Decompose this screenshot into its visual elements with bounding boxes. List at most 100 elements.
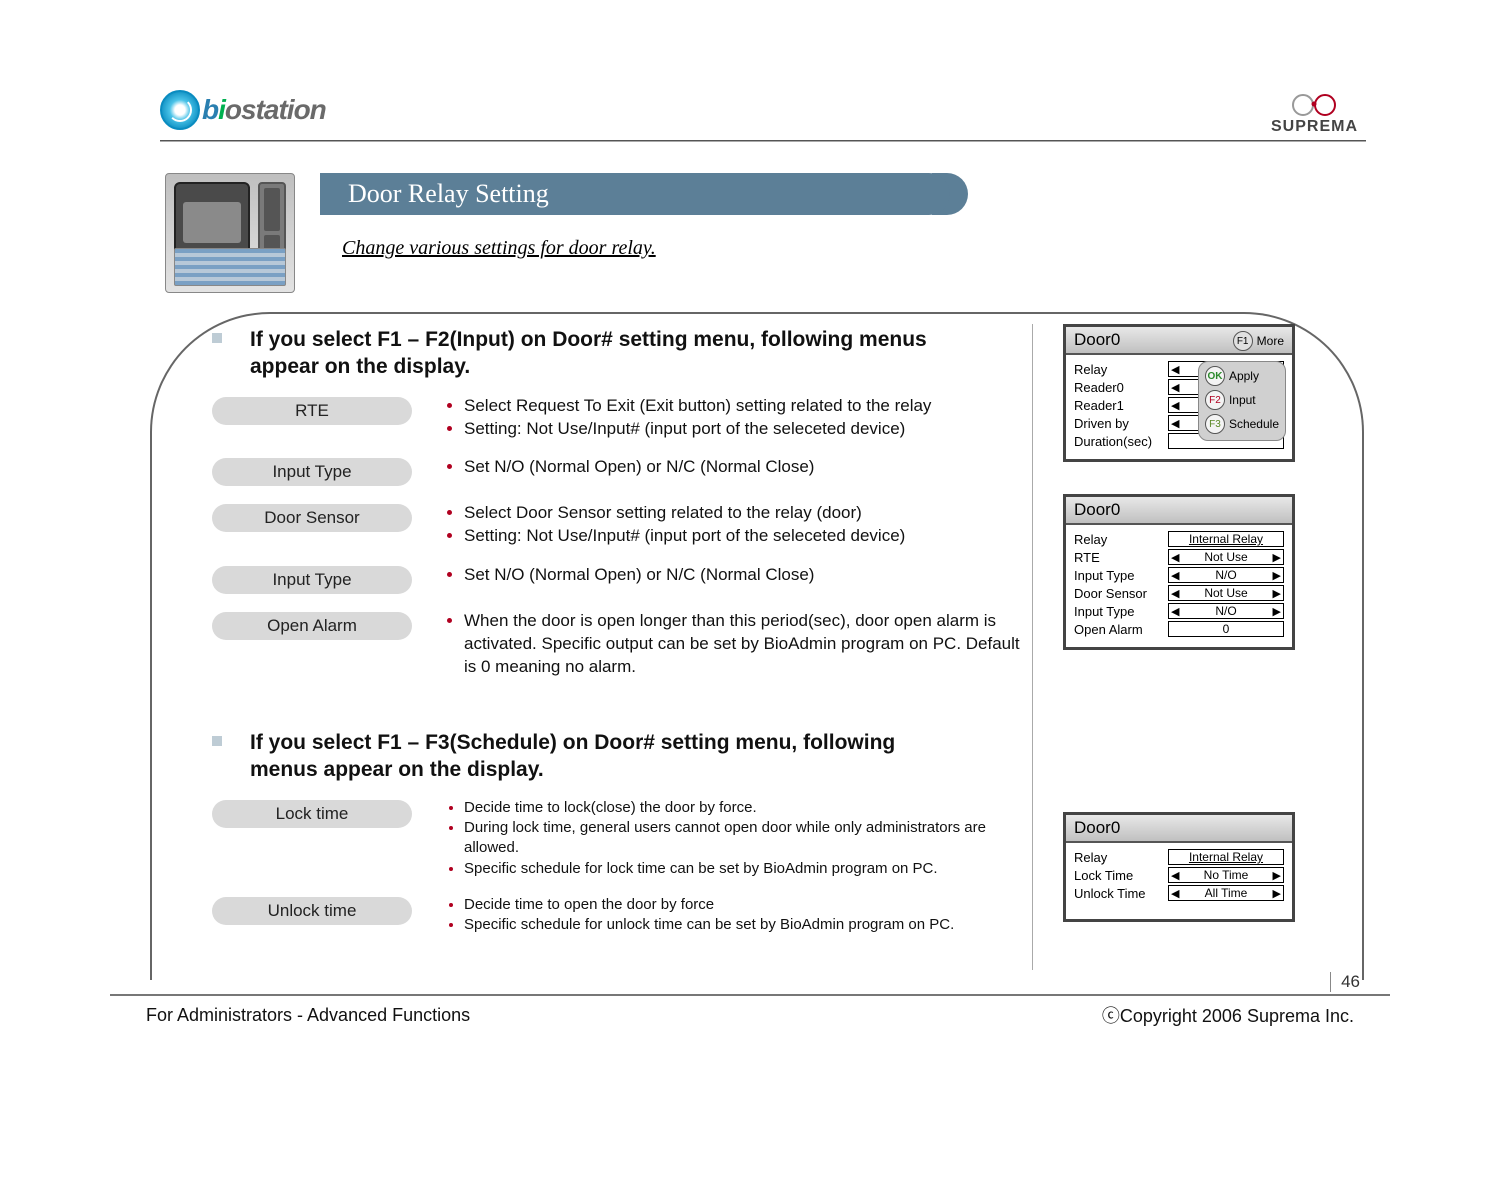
- select-box[interactable]: ◀Not Use▶: [1168, 585, 1284, 601]
- f1-label: More: [1257, 334, 1284, 348]
- side-buttons: OKApplyF2InputF3Schedule: [1198, 361, 1286, 441]
- left-column: If you select F1 – F2(Input) on Door# se…: [182, 324, 1032, 970]
- bullet-item: During lock time, general users cannot o…: [464, 818, 1022, 859]
- panel-title: Door0F1More: [1066, 327, 1292, 355]
- panel-row: RTE◀Not Use▶: [1074, 549, 1284, 565]
- row-label: Reader0: [1074, 380, 1162, 395]
- row-label: Relay: [1074, 850, 1162, 865]
- logo-biostation: biostation: [160, 90, 326, 130]
- panel-title: Door0: [1066, 497, 1292, 525]
- option-pill: Input Type: [212, 458, 412, 486]
- chevron-right-icon: ▶: [1273, 569, 1281, 582]
- header-rule: [160, 140, 1366, 142]
- row-label: Relay: [1074, 532, 1162, 547]
- device-panel: Door0F1MoreRelay◀InReader0◀Reader1◀Drive…: [1063, 324, 1295, 462]
- suprema-text: SUPREMA: [1271, 118, 1358, 136]
- select-box[interactable]: ◀Not Use▶: [1168, 549, 1284, 565]
- value-box[interactable]: Internal Relay: [1168, 531, 1284, 547]
- option-row: Door Sensor Select Door Sensor setting re…: [212, 502, 1022, 548]
- fn-label: Schedule: [1229, 417, 1279, 431]
- bullet-item: Decide time to open the door by force: [464, 895, 1022, 915]
- option-bullets: Decide time to open the door by forceSpe…: [442, 895, 1022, 936]
- panel-body: RelayInternal RelayLock Time◀No Time▶Unl…: [1066, 843, 1292, 919]
- bullet-item: When the door is open longer than this p…: [464, 610, 1022, 679]
- panel-body: RelayInternal RelayRTE◀Not Use▶Input Typ…: [1066, 525, 1292, 647]
- chevron-left-icon: ◀: [1171, 605, 1179, 618]
- fn-button[interactable]: OK: [1205, 366, 1225, 386]
- option-row: Input TypeSet N/O (Normal Open) or N/C (…: [212, 564, 1022, 594]
- option-row: Input Type Set N/O (Normal Open) or N/C (…: [212, 456, 1022, 486]
- option-bullets: Select Request To Exit (Exit button) set…: [442, 395, 1022, 441]
- select-value: Not Use: [1204, 586, 1247, 600]
- row-label: Driven by: [1074, 416, 1162, 431]
- row-label: Unlock Time: [1074, 886, 1162, 901]
- fn-button[interactable]: F2: [1205, 390, 1225, 410]
- device-panel: Door0RelayInternal RelayLock Time◀No Tim…: [1063, 812, 1295, 922]
- f1-button[interactable]: F1: [1233, 331, 1253, 351]
- footer-left: For Administrators - Advanced Functions: [146, 1005, 470, 1026]
- value-box[interactable]: Internal Relay: [1168, 849, 1284, 865]
- chevron-right-icon: ▶: [1273, 887, 1281, 900]
- chevron-left-icon: ◀: [1171, 887, 1179, 900]
- chevron-right-icon: ▶: [1273, 551, 1281, 564]
- row-label: Lock Time: [1074, 868, 1162, 883]
- option-pill: Door Sensor: [212, 504, 412, 532]
- title-block: Door Relay Setting Change various settin…: [320, 173, 950, 260]
- panel-row: Relay Internal Relay: [1074, 531, 1284, 547]
- panel-row: Unlock Time ◀All Time▶: [1074, 885, 1284, 901]
- option-pill: Lock time: [212, 800, 412, 828]
- select-box[interactable]: ◀No Time▶: [1168, 867, 1284, 883]
- panel-row: Input Type◀N/O▶: [1074, 603, 1284, 619]
- page-title: Door Relay Setting: [320, 173, 950, 215]
- footer: For Administrators - Advanced Functions …: [110, 994, 1390, 1028]
- footer-right: ⓒCopyright 2006 Suprema Inc.: [1102, 1002, 1354, 1028]
- chevron-left-icon: ◀: [1171, 569, 1179, 582]
- option-row: Open Alarm When the door is open longer t…: [212, 610, 1022, 679]
- heading-schedule-text: If you select F1 – F3(Schedule) on Door#…: [250, 729, 930, 784]
- chevron-right-icon: ▶: [1273, 605, 1281, 618]
- logo-suprema: SUPREMA: [1271, 92, 1358, 136]
- select-box[interactable]: ◀ N/O ▶: [1168, 603, 1284, 619]
- device-panel: Door0RelayInternal RelayRTE◀Not Use▶Inpu…: [1063, 494, 1295, 650]
- panel-row: Relay Internal Relay: [1074, 849, 1284, 865]
- select-box[interactable]: ◀N/O▶: [1168, 567, 1284, 583]
- row-label: Reader1: [1074, 398, 1162, 413]
- heading-input: If you select F1 – F2(Input) on Door# se…: [212, 326, 1022, 381]
- heading-input-text: If you select F1 – F2(Input) on Door# se…: [250, 326, 930, 381]
- swirl-icon: [160, 90, 200, 130]
- bullet-item: Setting: Not Use/Input# (input port of t…: [464, 418, 1022, 441]
- select-value: N/O: [1215, 604, 1236, 618]
- option-bullets: Set N/O (Normal Open) or N/C (Normal Clo…: [442, 564, 1022, 594]
- bullet-item: Specific schedule for unlock time can be…: [464, 915, 1022, 935]
- brand-rest: ostation: [225, 94, 326, 125]
- brand-i: i: [218, 94, 225, 125]
- bullet-item: Decide time to lock(close) the door by f…: [464, 798, 1022, 818]
- option-bullets: Select Door Sensor setting related to th…: [442, 502, 1022, 548]
- select-box[interactable]: ◀All Time▶: [1168, 885, 1284, 901]
- bullet-item: Set N/O (Normal Open) or N/C (Normal Clo…: [464, 564, 1022, 587]
- bullet-item: Set N/O (Normal Open) or N/C (Normal Clo…: [464, 456, 1022, 479]
- panel-row: Open Alarm 0: [1074, 621, 1284, 637]
- brand-b: b: [202, 94, 218, 125]
- fn-button-row: F3 Schedule: [1205, 414, 1279, 434]
- chevron-left-icon: ◀: [1171, 587, 1179, 600]
- row-label: Relay: [1074, 362, 1162, 377]
- chevron-left-icon: ◀: [1171, 869, 1179, 882]
- device-thumbnail: [165, 173, 295, 293]
- panel-row: Door Sensor◀Not Use▶: [1074, 585, 1284, 601]
- value-box[interactable]: 0: [1168, 621, 1284, 637]
- fn-button[interactable]: F3: [1205, 414, 1225, 434]
- bullet-item: Select Door Sensor setting related to th…: [464, 502, 1022, 525]
- row-label: Door Sensor: [1074, 586, 1162, 601]
- chevron-left-icon: ◀: [1171, 381, 1179, 394]
- option-bullets: Set N/O (Normal Open) or N/C (Normal Clo…: [442, 456, 1022, 486]
- select-value: No Time: [1204, 868, 1249, 882]
- row-label: Open Alarm: [1074, 622, 1162, 637]
- chevron-left-icon: ◀: [1171, 363, 1179, 376]
- row-label: Duration(sec): [1074, 434, 1162, 449]
- option-pill: Unlock time: [212, 897, 412, 925]
- body-frame: If you select F1 – F2(Input) on Door# se…: [150, 312, 1364, 980]
- option-pill: Open Alarm: [212, 612, 412, 640]
- option-row: Unlock time Decide time to open the door …: [212, 895, 1022, 936]
- chevron-left-icon: ◀: [1171, 417, 1179, 430]
